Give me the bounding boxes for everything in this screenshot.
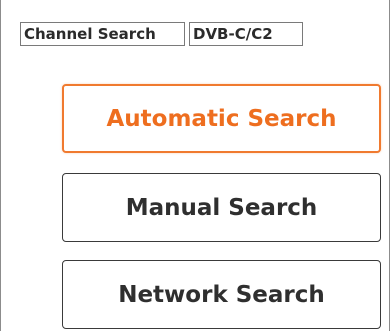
automatic-search-button[interactable]: Automatic Search	[62, 84, 381, 153]
network-search-button[interactable]: Network Search	[62, 260, 381, 329]
frame-left-border	[0, 0, 1, 331]
automatic-search-label: Automatic Search	[106, 105, 337, 132]
network-search-label: Network Search	[118, 281, 325, 308]
manual-search-label: Manual Search	[125, 194, 318, 221]
manual-search-button[interactable]: Manual Search	[62, 173, 381, 242]
breadcrumb-dvb-c-c2: DVB-C/C2	[189, 22, 303, 46]
breadcrumb-channel-search: Channel Search	[20, 22, 185, 46]
